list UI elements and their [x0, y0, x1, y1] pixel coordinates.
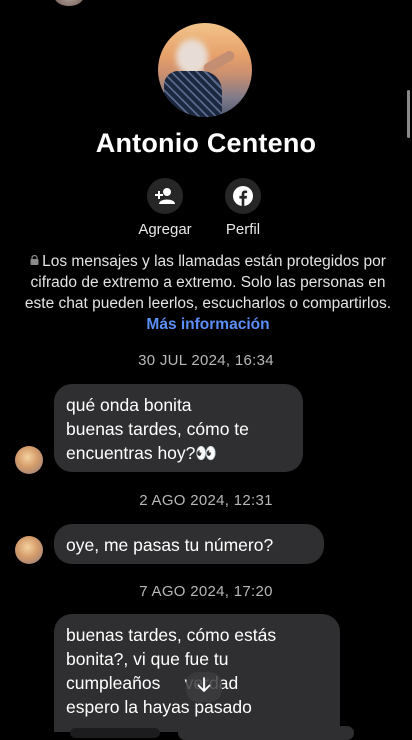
message-text-line: buenas tardes, cómo te: [66, 419, 249, 439]
more-info-link[interactable]: Más información: [146, 316, 269, 333]
message-bubble[interactable]: qué onda bonita buenas tardes, cómo te e…: [54, 384, 303, 472]
message-text-line: bonita?, vi que fue tu: [66, 649, 229, 669]
scroll-to-bottom-button[interactable]: [186, 672, 222, 702]
message-text-line: buenas tardes, cómo estás: [66, 625, 277, 645]
message-timestamp: 2 AGO 2024, 12:31: [139, 492, 273, 509]
add-friend-button[interactable]: Agregar: [127, 178, 203, 238]
message-text-line: encuentras hoy?👀: [66, 443, 218, 463]
profile-photo[interactable]: [158, 23, 252, 117]
previous-avatar: [54, 0, 84, 6]
next-message-peek: [178, 726, 354, 740]
next-message-peek: [70, 728, 160, 738]
sender-avatar[interactable]: [15, 536, 43, 564]
message-bubble[interactable]: oye, me pasas tu número?: [54, 524, 324, 564]
message-text-line: oye, me pasas tu número?: [66, 535, 274, 555]
lock-icon: [30, 250, 39, 271]
facebook-icon: [225, 178, 261, 214]
profile-button[interactable]: Perfil: [205, 178, 281, 238]
profile-label: Perfil: [225, 221, 261, 238]
message-timestamp: 7 AGO 2024, 17:20: [139, 583, 273, 600]
encryption-text: Los mensajes y las llamadas están proteg…: [24, 253, 392, 312]
encryption-notice: Los mensajes y las llamadas están proteg…: [22, 250, 394, 335]
add-person-icon: [147, 178, 183, 214]
message-timestamp: 30 JUL 2024, 16:34: [138, 352, 274, 369]
message-text-line: qué onda bonita: [66, 395, 192, 415]
contact-name: Antonio Centeno: [95, 128, 317, 158]
sender-avatar[interactable]: [15, 446, 43, 474]
profile-photo-shirt: [164, 71, 222, 117]
add-friend-label: Agregar: [138, 221, 192, 238]
arrow-down-icon: [197, 676, 211, 698]
